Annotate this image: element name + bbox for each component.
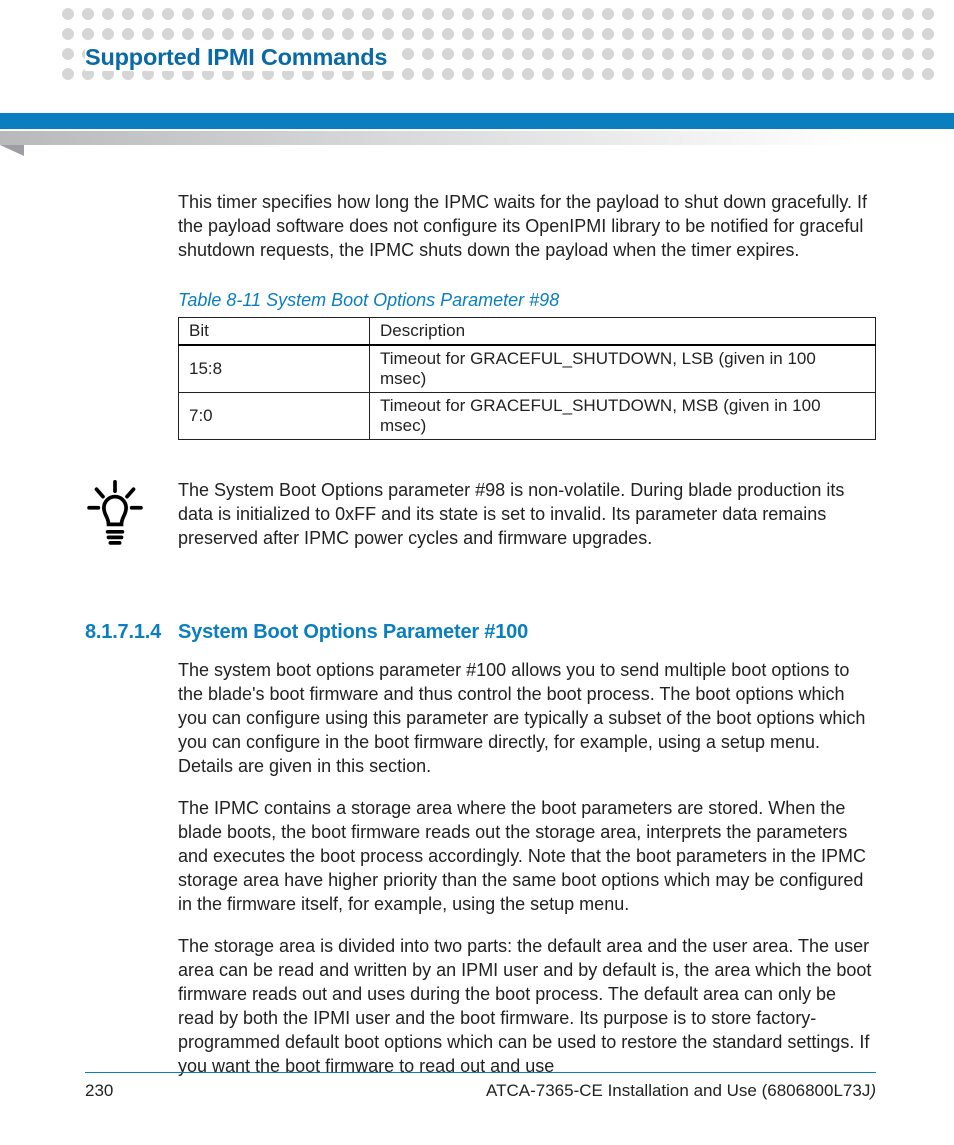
- table-caption: Table 8-11 System Boot Options Parameter…: [178, 290, 876, 311]
- page-number: 230: [85, 1081, 113, 1101]
- content-area: This timer specifies how long the IPMC w…: [85, 190, 876, 1078]
- table-cell-desc: Timeout for GRACEFUL_SHUTDOWN, MSB (give…: [370, 393, 876, 440]
- section-heading: 8.1.7.1.4 System Boot Options Parameter …: [85, 621, 876, 644]
- table-cell-desc: Timeout for GRACEFUL_SHUTDOWN, LSB (give…: [370, 345, 876, 393]
- header-grey-bar: [0, 131, 954, 145]
- note-text: The System Boot Options parameter #98 is…: [178, 478, 876, 550]
- section-body: The system boot options parameter #100 a…: [178, 658, 876, 1078]
- page-footer: 230 ATCA-7365-CE Installation and Use (6…: [85, 1072, 876, 1102]
- table-header-description: Description: [370, 318, 876, 346]
- section-title: System Boot Options Parameter #100: [178, 621, 528, 644]
- paragraph-section-p1: The system boot options parameter #100 a…: [178, 658, 876, 778]
- table-row: 15:8 Timeout for GRACEFUL_SHUTDOWN, LSB …: [179, 345, 876, 393]
- table-header-row: Bit Description: [179, 318, 876, 346]
- running-header-title: Supported IPMI Commands: [85, 44, 399, 71]
- footer-rule: [85, 1072, 876, 1074]
- footer-text-row: 230 ATCA-7365-CE Installation and Use (6…: [85, 1081, 876, 1101]
- table-cell-bit: 7:0: [179, 393, 370, 440]
- page: Supported IPMI Commands This timer speci…: [0, 0, 954, 1145]
- paragraph-section-p2: The IPMC contains a storage area where t…: [178, 796, 876, 916]
- paragraph-timer-desc: This timer specifies how long the IPMC w…: [178, 190, 876, 262]
- intro-block: This timer specifies how long the IPMC w…: [178, 190, 876, 440]
- table-cell-bit: 15:8: [179, 345, 370, 393]
- table-row: 7:0 Timeout for GRACEFUL_SHUTDOWN, MSB (…: [179, 393, 876, 440]
- section-number: 8.1.7.1.4: [85, 621, 178, 644]
- paragraph-section-p3: The storage area is divided into two par…: [178, 934, 876, 1078]
- table-boot-options-98: Bit Description 15:8 Timeout for GRACEFU…: [178, 317, 876, 440]
- doc-id: ATCA-7365-CE Installation and Use (68068…: [486, 1081, 876, 1101]
- table-header-bit: Bit: [179, 318, 370, 346]
- lightbulb-icon: [85, 480, 145, 559]
- header-blue-rule: [0, 113, 954, 129]
- note-block: The System Boot Options parameter #98 is…: [85, 478, 876, 559]
